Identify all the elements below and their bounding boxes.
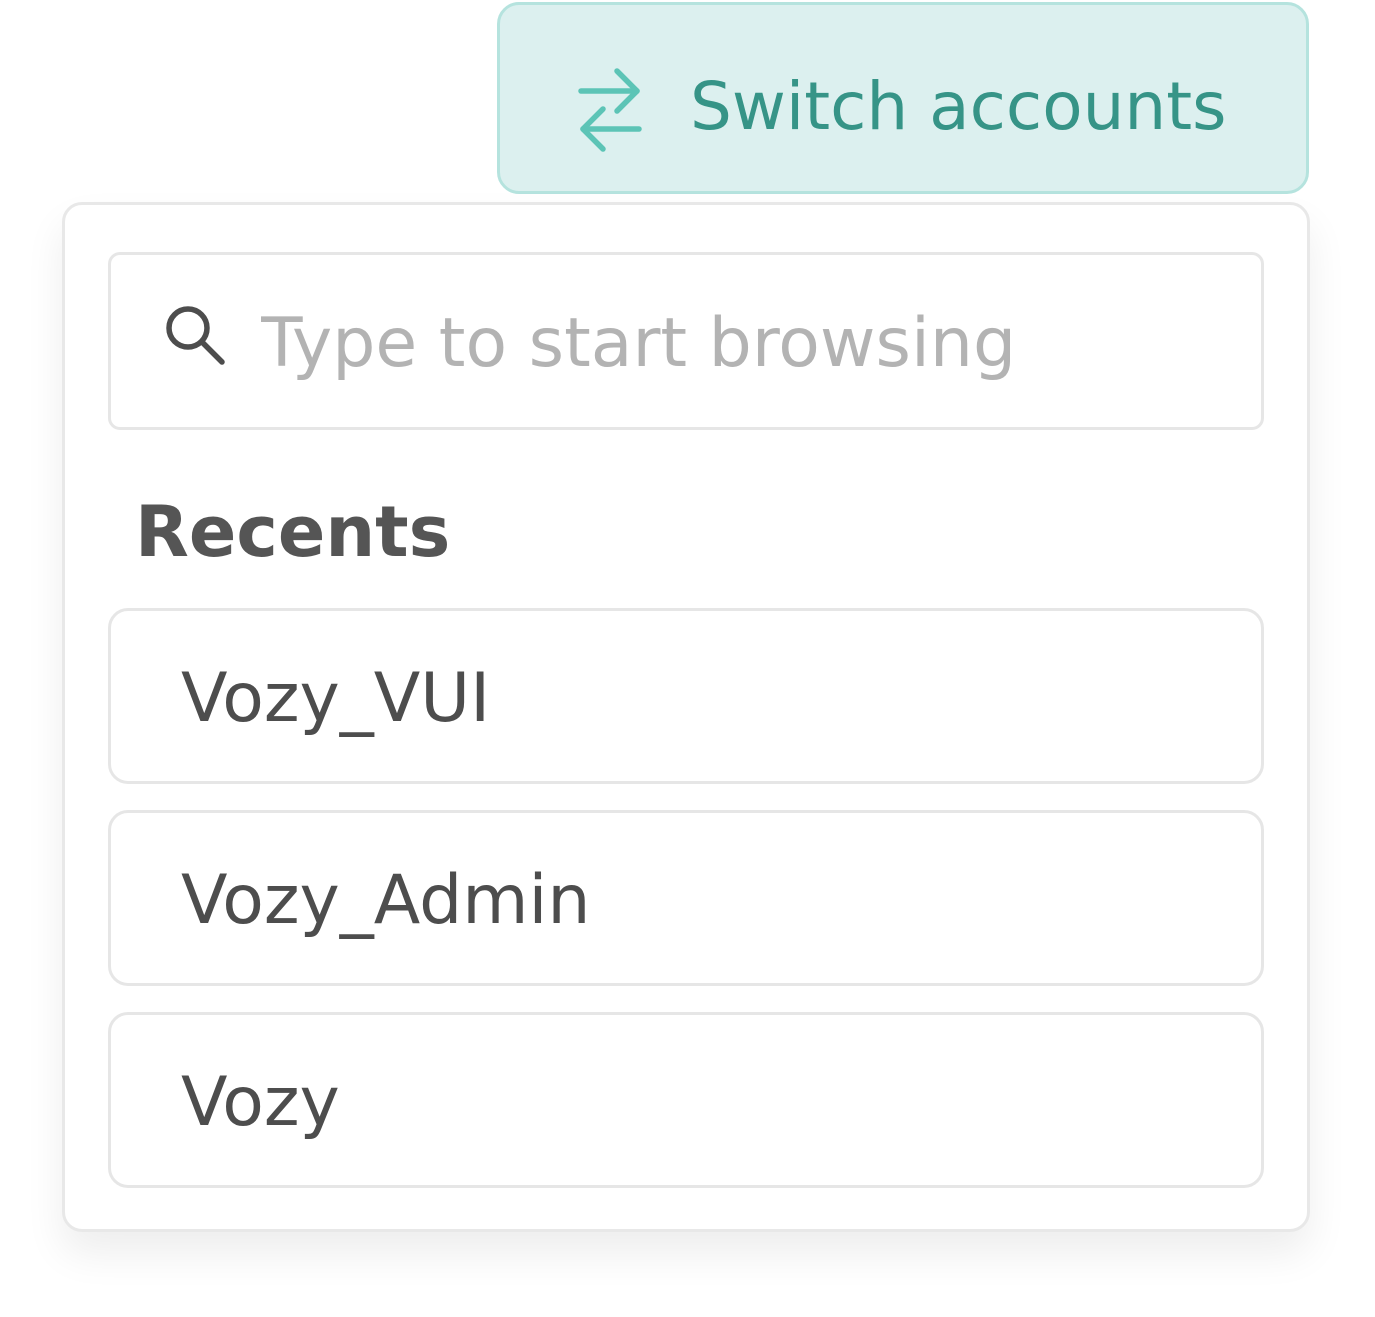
switch-accounts-button[interactable]: Switch accounts <box>497 2 1309 194</box>
search-box[interactable] <box>108 252 1264 430</box>
recent-account-label: Vozy_Admin <box>181 861 591 940</box>
search-icon <box>166 306 225 365</box>
recent-account-item[interactable]: Vozy_Admin <box>108 810 1264 986</box>
account-switcher: Switch accounts Recents Vozy_VUI Vozy_Ad… <box>0 0 1375 1317</box>
recents-heading: Recents <box>135 491 451 573</box>
search-input[interactable] <box>261 295 1221 391</box>
swap-arrows-icon <box>578 68 642 152</box>
recent-account-item[interactable]: Vozy_VUI <box>108 608 1264 784</box>
switch-accounts-label: Switch accounts <box>690 68 1227 145</box>
accounts-dropdown-panel: Recents Vozy_VUI Vozy_Admin Vozy <box>62 202 1310 1232</box>
recent-account-label: Vozy <box>181 1063 340 1142</box>
recent-account-item[interactable]: Vozy <box>108 1012 1264 1188</box>
recent-account-label: Vozy_VUI <box>181 659 491 738</box>
